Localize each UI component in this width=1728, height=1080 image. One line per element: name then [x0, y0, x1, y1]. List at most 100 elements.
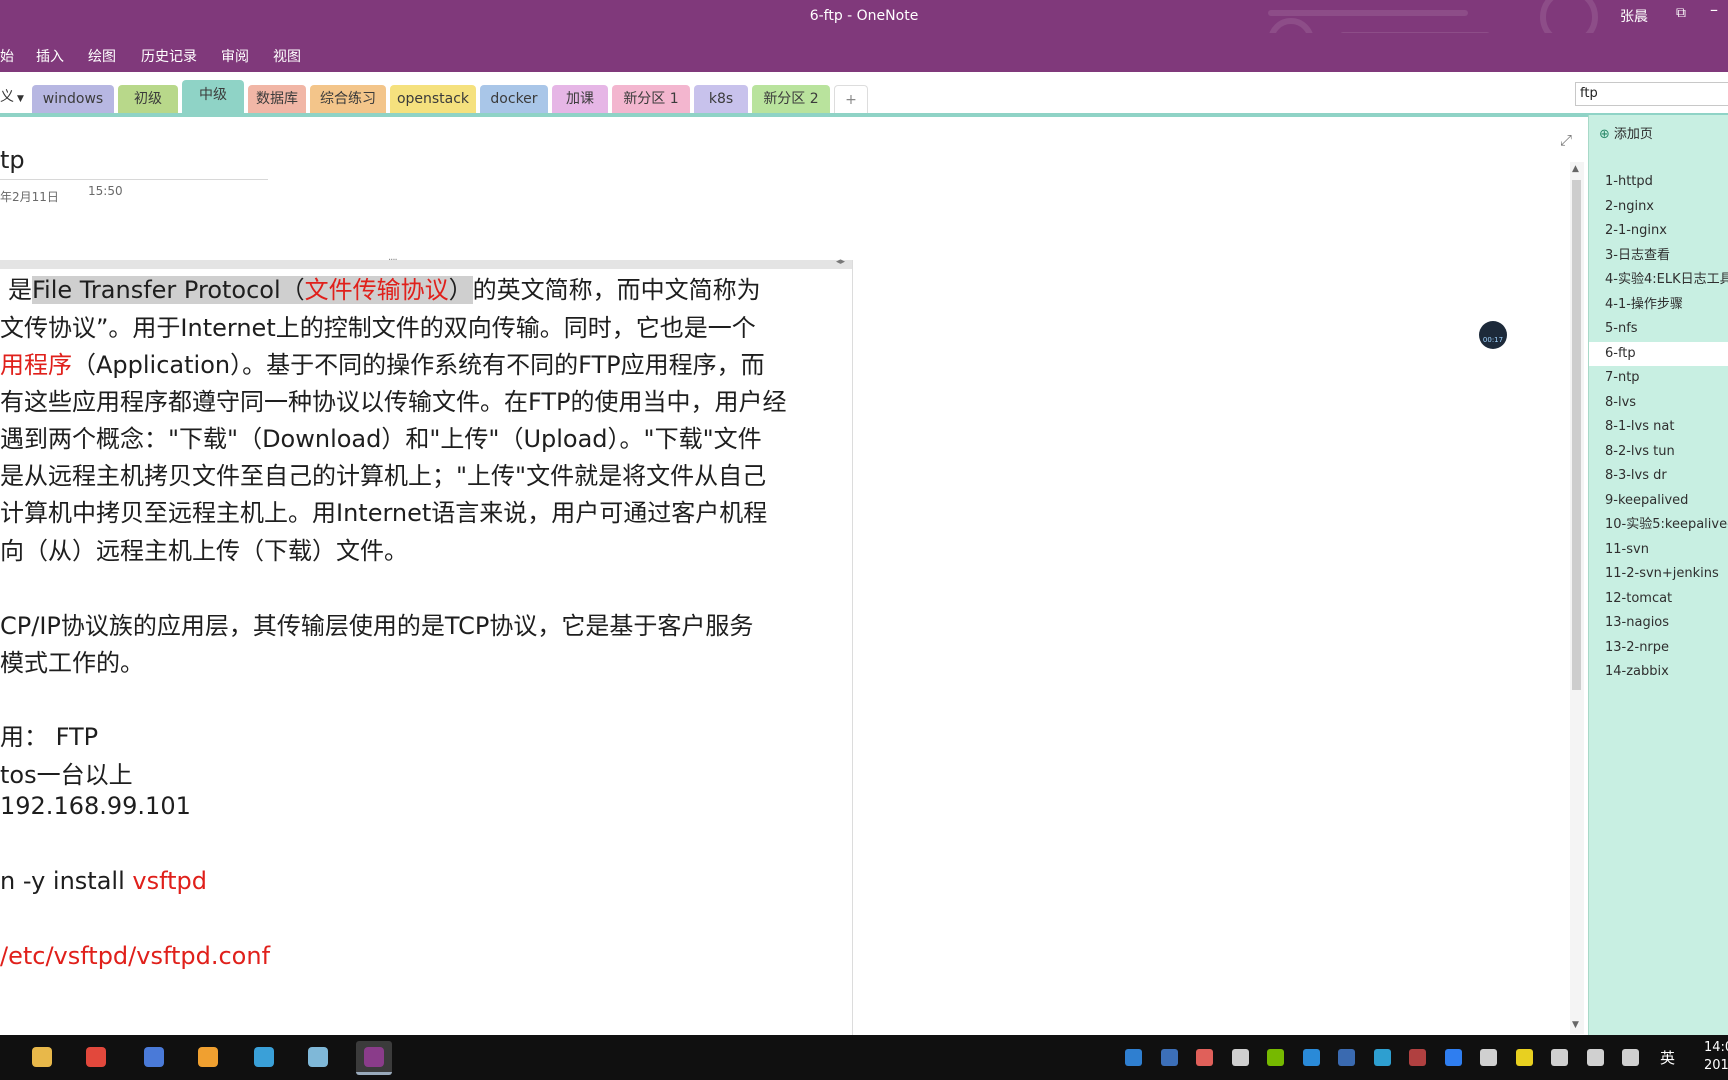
note-line[interactable]: n -y install vsftpd [0, 867, 207, 895]
highlighted-text: vsftpd [132, 867, 207, 895]
tray-volume-icon[interactable] [1622, 1049, 1639, 1066]
tray-tool-icon[interactable] [1409, 1049, 1426, 1066]
scroll-down-icon[interactable]: ▼ [1572, 1020, 1579, 1030]
page-list-item[interactable]: 12-tomcat [1589, 587, 1728, 611]
tray-shield-icon[interactable] [1480, 1049, 1497, 1066]
scroll-thumb[interactable] [1572, 180, 1581, 690]
page-list-item[interactable]: 8-3-lvs dr [1589, 464, 1728, 488]
note-line[interactable]: 是从远程主机拷贝文件至自己的计算机上；"上传"文件就是将文件从自己 [0, 456, 766, 491]
page-list-item[interactable]: 7-ntp [1589, 366, 1728, 390]
vmware-icon[interactable] [190, 1041, 226, 1075]
note-line[interactable]: 向（从）远程主机上传（下载）文件。 [0, 531, 408, 566]
note-line[interactable]: 遇到两个概念："下载"（Download）和"上传"（Upload）。"下载"文… [0, 419, 762, 454]
tab-start[interactable]: 始 [0, 46, 14, 66]
minimize-button[interactable]: – [1710, 0, 1718, 19]
add-page-button[interactable]: ⊕ 添加页 [1599, 123, 1653, 142]
onenote-icon[interactable] [356, 1041, 392, 1075]
expand-icon[interactable]: ⤢ [1560, 131, 1572, 149]
page-list-item[interactable]: 9-keepalived [1589, 489, 1728, 513]
note-line[interactable]: 有这些应用程序都遵守同一种协议以传输文件。在FTP的使用当中，用户经 [0, 382, 787, 417]
restore-icon[interactable]: ⧉ [1676, 5, 1686, 21]
tray-bluetooth-icon[interactable] [1444, 1049, 1462, 1066]
note-line[interactable]: 用程序（Application）。基于不同的操作系统有不同的FTP应用程序，而 [0, 345, 765, 380]
tray-plus-icon[interactable] [1515, 1049, 1533, 1066]
note-line[interactable]: 用： FTP [0, 717, 98, 752]
page-list-item[interactable]: 8-2-lvs tun [1589, 440, 1728, 464]
page-list-item[interactable]: 10-实验5:keepalived [1589, 513, 1728, 537]
tab-view[interactable]: 视图 [273, 46, 301, 66]
notebook-selector[interactable]: 义 ▼ [0, 86, 24, 106]
page-list-item[interactable]: 2-nginx [1589, 195, 1728, 219]
chrome-icon[interactable] [78, 1041, 114, 1075]
tab-insert[interactable]: 插入 [36, 46, 64, 66]
note-text: 192.168.99.101 [0, 792, 191, 820]
page-title[interactable]: tp [0, 146, 25, 174]
section-tab-extra[interactable]: 加课 [552, 85, 608, 113]
page-list-item[interactable]: 2-1-nginx [1589, 219, 1728, 243]
page-list-item[interactable]: 4-1-操作步骤 [1589, 293, 1728, 317]
note-line[interactable]: tos一台以上 [0, 755, 133, 790]
search-input[interactable]: ftp [1575, 82, 1728, 106]
add-section-button[interactable]: + [834, 85, 868, 114]
note-line[interactable]: 是File Transfer Protocol（文件传输协议）的英文简称，而中文… [8, 270, 761, 305]
page-list-item[interactable]: 4-实验4:ELK日志工具 [1589, 268, 1728, 292]
resize-icon[interactable]: ◂▸ [836, 257, 845, 267]
tray-disk-icon[interactable] [1373, 1049, 1391, 1066]
page-list-item[interactable]: 8-1-lvs nat [1589, 415, 1728, 439]
tray-copy-icon[interactable] [1231, 1049, 1249, 1066]
tray-nvidia-icon[interactable] [1267, 1049, 1284, 1066]
highlighted-text: /etc/vsftpd/vsftpd.conf [0, 942, 271, 970]
tray-app-icon-1[interactable] [1125, 1049, 1142, 1066]
page-list-item[interactable]: 5-nfs [1589, 317, 1728, 341]
section-tab-new-1[interactable]: 新分区 1 [612, 85, 690, 113]
feishu-icon[interactable] [136, 1041, 172, 1075]
page-list-item[interactable]: 14-zabbix [1589, 660, 1728, 684]
page-list-item[interactable]: 13-2-nrpe [1589, 636, 1728, 660]
scroll-up-icon[interactable]: ▲ [1572, 164, 1579, 174]
note-container[interactable]: ···· ◂▸ 是File Transfer Protocol（文件传输协议）的… [0, 255, 853, 1040]
section-tab-database[interactable]: 数据库 [248, 85, 306, 113]
section-tab-practice[interactable]: 综合练习 [310, 85, 386, 113]
note-line[interactable]: 计算机中拷贝至远程主机上。用Internet语言来说，用户可通过客户机程 [0, 493, 767, 528]
section-tab-new-2[interactable]: 新分区 2 [752, 85, 830, 113]
file-explorer-icon[interactable] [24, 1041, 60, 1075]
grip-icon[interactable]: ···· [388, 255, 398, 266]
section-tab-docker[interactable]: docker [480, 85, 548, 113]
notepad-icon[interactable] [300, 1041, 336, 1075]
note-line[interactable]: 192.168.99.101 [0, 792, 191, 820]
section-tab-openstack[interactable]: openstack [390, 85, 476, 113]
page-list-item[interactable]: 6-ftp [1589, 341, 1728, 366]
tab-review[interactable]: 审阅 [221, 46, 249, 66]
clock-time: 14:0 [1704, 1040, 1728, 1055]
tray-network-icon[interactable] [1586, 1049, 1604, 1066]
tray-g-icon[interactable] [1302, 1049, 1320, 1066]
highlighted-text: 文件传输协议 [304, 276, 449, 304]
note-line[interactable]: CP/IP协议族的应用层，其传输层使用的是TCP协议，它是基于客户服务 [0, 606, 753, 641]
recording-timer[interactable]: 00:17 [1479, 321, 1507, 349]
input-language[interactable]: 英 [1660, 1047, 1675, 1068]
vnc-icon[interactable] [246, 1041, 282, 1075]
section-tab-intermediate[interactable]: 中级 [182, 80, 244, 113]
user-name[interactable]: 张晨 [1620, 6, 1648, 26]
container-handle[interactable]: ···· ◂▸ [0, 255, 852, 269]
tab-history[interactable]: 历史记录 [141, 46, 197, 66]
page-list-item[interactable]: 3-日志查看 [1589, 244, 1728, 268]
tray-vmware-icon[interactable] [1160, 1049, 1178, 1066]
section-tab-windows[interactable]: windows [32, 85, 114, 113]
page-list-item[interactable]: 8-lvs [1589, 391, 1728, 415]
note-line[interactable]: /etc/vsftpd/vsftpd.conf [0, 942, 270, 970]
page-list-item[interactable]: 11-2-svn+jenkins [1589, 562, 1728, 586]
note-line[interactable]: 文传协议”。用于Internet上的控制文件的双向传输。同时，它也是一个 [0, 308, 756, 343]
vertical-scrollbar[interactable]: ▲ ▼ [1570, 162, 1584, 1034]
section-tab-beginner[interactable]: 初级 [118, 85, 178, 113]
clock[interactable]: 14:0 2019/ [1704, 1039, 1728, 1075]
page-list-item[interactable]: 1-httpd [1589, 170, 1728, 194]
page-list-item[interactable]: 13-nagios [1589, 611, 1728, 635]
tray-sb-icon[interactable] [1338, 1049, 1355, 1066]
note-line[interactable]: 模式工作的。 [0, 643, 144, 678]
page-list-item[interactable]: 11-svn [1589, 538, 1728, 562]
section-tab-k8s[interactable]: k8s [694, 85, 748, 113]
tray-battery-icon[interactable] [1551, 1049, 1568, 1066]
tray-flower-icon[interactable] [1196, 1049, 1213, 1066]
tab-draw[interactable]: 绘图 [88, 46, 116, 66]
